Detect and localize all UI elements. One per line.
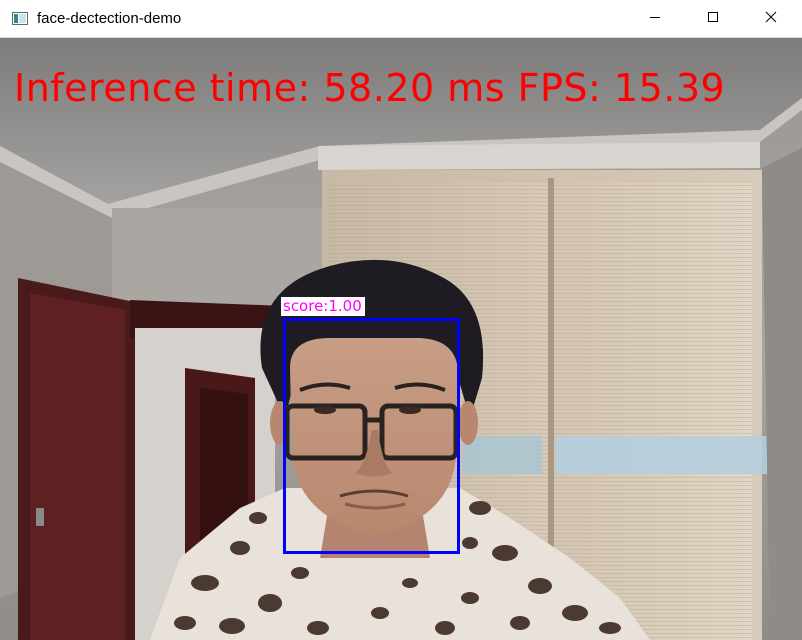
title-bar[interactable]: face-dectection-demo (0, 0, 802, 38)
app-window-icon (12, 12, 28, 25)
inference-time-readout: Inference time: 58.20 ms FPS: 15.39 (14, 66, 726, 110)
face-bounding-box (283, 318, 460, 554)
minimize-icon (649, 10, 661, 28)
face-score-label: score:1.00 (281, 297, 365, 316)
window-title: face-dectection-demo (37, 10, 182, 27)
close-button[interactable] (742, 0, 800, 38)
maximize-icon (707, 10, 719, 28)
app-window: face-dectection-demo Inference time: 58.… (0, 0, 802, 640)
camera-frame: Inference time: 58.20 ms FPS: 15.39 scor… (0, 38, 802, 640)
minimize-button[interactable] (626, 0, 684, 38)
maximize-button[interactable] (684, 0, 742, 38)
close-icon (765, 10, 777, 28)
